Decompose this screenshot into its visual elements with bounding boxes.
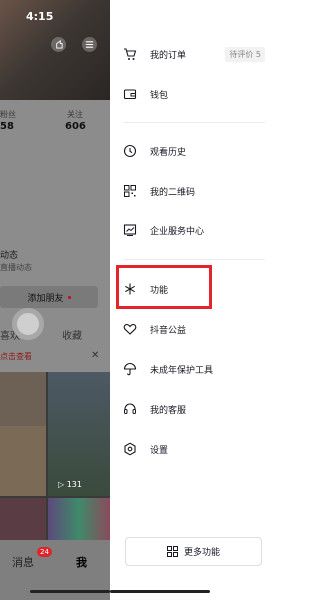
headset-icon xyxy=(123,402,137,416)
home-indicator xyxy=(30,590,110,593)
video-thumbnail[interactable] xyxy=(0,498,46,540)
home-indicator xyxy=(110,590,210,593)
drawer-item-enterprise[interactable]: 企业服务中心 xyxy=(110,215,277,245)
pending-review-badge: 待评价 5 xyxy=(225,46,265,62)
drawer-item-label: 我的二维码 xyxy=(150,187,196,198)
dimmed-profile-page[interactable]: 4:15 粉丝 58 关注 606 动态 直播动态 添加朋友 喜欢 收藏 点击查… xyxy=(0,0,110,600)
play-count: ▷ 131 xyxy=(58,480,82,489)
drawer-item-customer-service[interactable]: 我的客服 xyxy=(110,394,277,424)
highlight-box xyxy=(116,265,212,309)
drawer-item-label: 企业服务中心 xyxy=(150,226,205,237)
grid-icon xyxy=(166,546,178,557)
section-title: 动态 xyxy=(0,251,19,261)
view-link[interactable]: 点击查看 xyxy=(0,351,32,362)
divider xyxy=(123,259,265,260)
more-features-label: 更多功能 xyxy=(183,548,220,558)
video-thumbnail[interactable] xyxy=(0,426,46,496)
assistive-touch-button[interactable] xyxy=(12,308,44,340)
tab-messages[interactable]: 消息 xyxy=(12,554,34,570)
drawer-item-label: 设置 xyxy=(150,445,169,456)
drawer-item-wallet[interactable]: 钱包 xyxy=(110,79,277,109)
cart-icon xyxy=(123,47,137,61)
wallet-icon xyxy=(123,87,137,101)
video-grid xyxy=(0,372,110,540)
umbrella-icon xyxy=(123,362,137,376)
drawer-item-settings[interactable]: 设置 xyxy=(110,434,277,464)
video-thumbnail[interactable] xyxy=(0,372,46,426)
fans-label: 粉丝 xyxy=(0,110,16,119)
drawer-item-minor-protection[interactable]: 未成年保护工具 xyxy=(110,354,277,384)
drawer-item-history[interactable]: 观看历史 xyxy=(110,136,277,166)
video-thumbnail[interactable] xyxy=(48,498,110,540)
close-icon[interactable]: ✕ xyxy=(91,350,99,361)
chart-icon xyxy=(123,223,137,237)
following-label: 关注 xyxy=(67,110,83,119)
drawer-item-charity[interactable]: 抖音公益 xyxy=(110,314,277,344)
fans-value[interactable]: 58 xyxy=(0,121,14,132)
heart-icon xyxy=(123,322,137,336)
menu-icon[interactable] xyxy=(82,37,97,52)
drawer-item-label: 观看历史 xyxy=(150,147,187,158)
notification-dot xyxy=(67,295,71,299)
drawer-item-label: 我的客服 xyxy=(150,405,187,416)
drawer-item-label: 我的订单 xyxy=(150,50,187,61)
add-friend-label: 添加朋友 xyxy=(27,293,64,304)
drawer-item-label: 抖音公益 xyxy=(150,325,187,336)
qrcode-icon xyxy=(123,184,137,198)
hand-icon[interactable] xyxy=(51,37,66,52)
drawer-item-orders[interactable]: 我的订单 待评价 5 xyxy=(110,39,277,69)
add-friend-button[interactable]: 添加朋友 xyxy=(0,286,98,308)
divider xyxy=(123,122,265,123)
drawer-item-label: 未成年保护工具 xyxy=(150,365,214,376)
side-drawer: 我的订单 待评价 5 钱包 观看历史 我的二维码 企业服务中心 功能 抖音公益 … xyxy=(110,0,277,600)
tab-me[interactable]: 我 xyxy=(76,554,87,570)
video-thumbnail[interactable] xyxy=(48,372,110,496)
play-count-value: 131 xyxy=(66,480,82,489)
more-features-button[interactable]: 更多功能 xyxy=(125,537,262,566)
following-value[interactable]: 606 xyxy=(65,121,86,132)
play-icon: ▷ xyxy=(58,480,65,489)
status-time: 4:15 xyxy=(26,10,54,23)
drawer-item-qrcode[interactable]: 我的二维码 xyxy=(110,176,277,206)
messages-badge: 24 xyxy=(37,547,52,557)
settings-icon xyxy=(123,442,137,456)
drawer-item-label: 钱包 xyxy=(150,90,169,101)
tab-collect[interactable]: 收藏 xyxy=(62,327,82,342)
section-subtitle: 直播动态 xyxy=(0,263,32,272)
clock-icon xyxy=(123,144,137,158)
